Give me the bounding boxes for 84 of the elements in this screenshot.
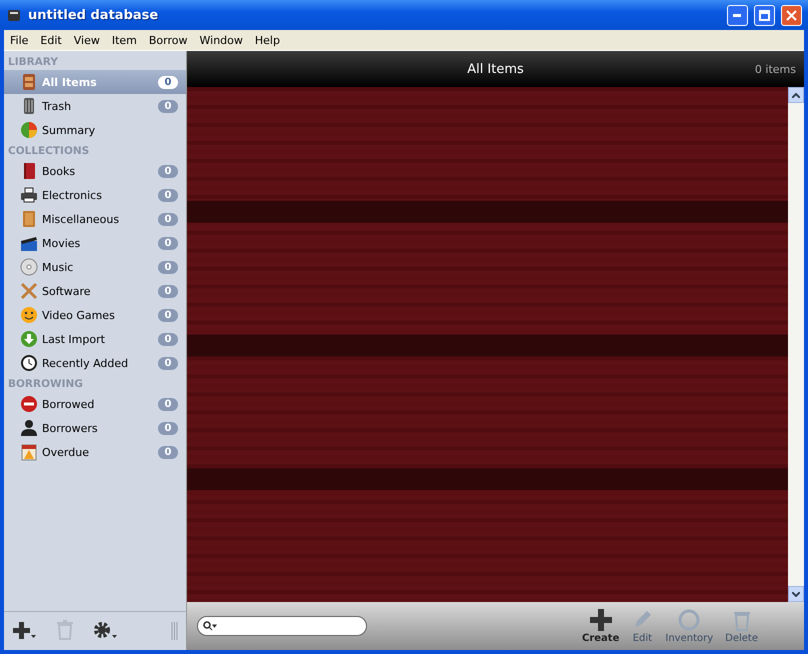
count-badge: 0	[158, 308, 178, 322]
item-label: All Items	[42, 76, 98, 88]
count-badge: 0	[158, 76, 178, 88]
sidebar-item[interactable]: Summary	[4, 118, 186, 142]
sidebar-item[interactable]: Video Games 0	[4, 303, 186, 327]
sidebar-item[interactable]: Overdue 0	[4, 440, 186, 464]
menu-item[interactable]: Help	[248, 34, 286, 46]
count-badge: 0	[158, 188, 178, 202]
sidebar-item[interactable]: Movies 0	[4, 231, 186, 255]
window-title: untitled database	[28, 8, 160, 22]
item-label: Borrowers	[42, 422, 99, 434]
cabinet-icon	[20, 73, 38, 91]
smiley-icon	[20, 306, 38, 324]
count-badge: 0	[158, 164, 178, 178]
count-badge: 0	[158, 284, 178, 298]
count-badge: 0	[158, 212, 178, 226]
count-badge: 0	[158, 356, 178, 370]
ring-icon	[678, 608, 700, 630]
printer-icon	[20, 186, 38, 204]
view-title: All Items	[467, 62, 524, 76]
count-badge: 0	[158, 260, 178, 274]
item-label: Music	[42, 260, 74, 274]
item-label: Software	[42, 284, 92, 298]
disc-icon	[20, 258, 38, 276]
maximize-icon	[759, 10, 770, 20]
item-label: Summary	[42, 124, 96, 136]
item-label: Books	[42, 164, 76, 178]
menu-item[interactable]: Window	[194, 34, 249, 46]
crossed-tools-icon	[20, 282, 38, 300]
count-badge: 0	[158, 446, 178, 458]
sidebar-item[interactable]: Last Import 0	[4, 327, 186, 351]
item-label: Trash	[42, 100, 72, 112]
sidebar-item[interactable]: Trash 0	[4, 94, 186, 118]
toolbar-button[interactable]: Create	[576, 608, 626, 644]
menu-item[interactable]: Borrow	[142, 34, 194, 46]
clapperboard-icon	[20, 234, 38, 252]
item-label: Electronics	[42, 188, 103, 202]
search-icon	[203, 621, 217, 631]
sidebar-item[interactable]: All Items 0	[4, 70, 186, 94]
item-count: 0 items	[754, 62, 796, 76]
pie-chart-icon	[20, 121, 38, 139]
section-header: LIBRARY	[7, 55, 59, 70]
section-header: COLLECTIONS	[7, 144, 90, 159]
sidebar-item[interactable]: Recently Added 0	[4, 351, 186, 375]
minimize-button[interactable]	[727, 4, 748, 26]
sidebar-item[interactable]: Miscellaneous 0	[4, 207, 186, 231]
menu-item[interactable]: View	[68, 34, 106, 46]
sidebar-item[interactable]: Music 0	[4, 255, 186, 279]
count-badge: 0	[158, 332, 178, 346]
calendar-warning-icon	[20, 443, 38, 461]
menu-item[interactable]: Item	[106, 34, 143, 46]
item-label: Movies	[42, 236, 82, 250]
clock-icon	[20, 354, 38, 372]
item-label: Overdue	[42, 446, 90, 458]
person-icon	[20, 419, 38, 437]
sidebar-item[interactable]: Software 0	[4, 279, 186, 303]
item-label: Miscellaneous	[42, 212, 120, 226]
scrollbar[interactable]	[788, 87, 804, 602]
count-badge: 0	[158, 398, 178, 410]
maximize-button[interactable]	[754, 4, 775, 26]
minimize-icon	[733, 14, 742, 16]
count-badge: 0	[158, 236, 178, 250]
sidebar-item[interactable]: Electronics 0	[4, 183, 186, 207]
item-label: Recently Added	[42, 356, 130, 370]
add-menu-button[interactable]	[12, 620, 38, 642]
close-button[interactable]	[781, 4, 802, 26]
sidebar-item[interactable]: Borrowed 0	[4, 392, 186, 416]
sidebar-item[interactable]: Borrowers 0	[4, 416, 186, 440]
item-label: Video Games	[42, 308, 116, 322]
count-badge: 0	[158, 422, 178, 434]
box-icon	[20, 210, 38, 228]
close-icon	[786, 10, 797, 20]
sidebar-item[interactable]: Books 0	[4, 159, 186, 183]
item-label: Last Import	[42, 332, 106, 346]
plus-icon	[590, 608, 612, 630]
resize-grip[interactable]	[171, 622, 178, 640]
section-header: BORROWING	[7, 377, 84, 392]
app-icon	[6, 7, 22, 23]
item-label: Borrowed	[42, 398, 96, 410]
menu-item[interactable]: Edit	[34, 34, 68, 46]
menu-item[interactable]: File	[4, 34, 34, 46]
search-field[interactable]	[197, 616, 367, 636]
count-badge: 0	[158, 100, 178, 112]
no-entry-icon	[20, 395, 38, 413]
